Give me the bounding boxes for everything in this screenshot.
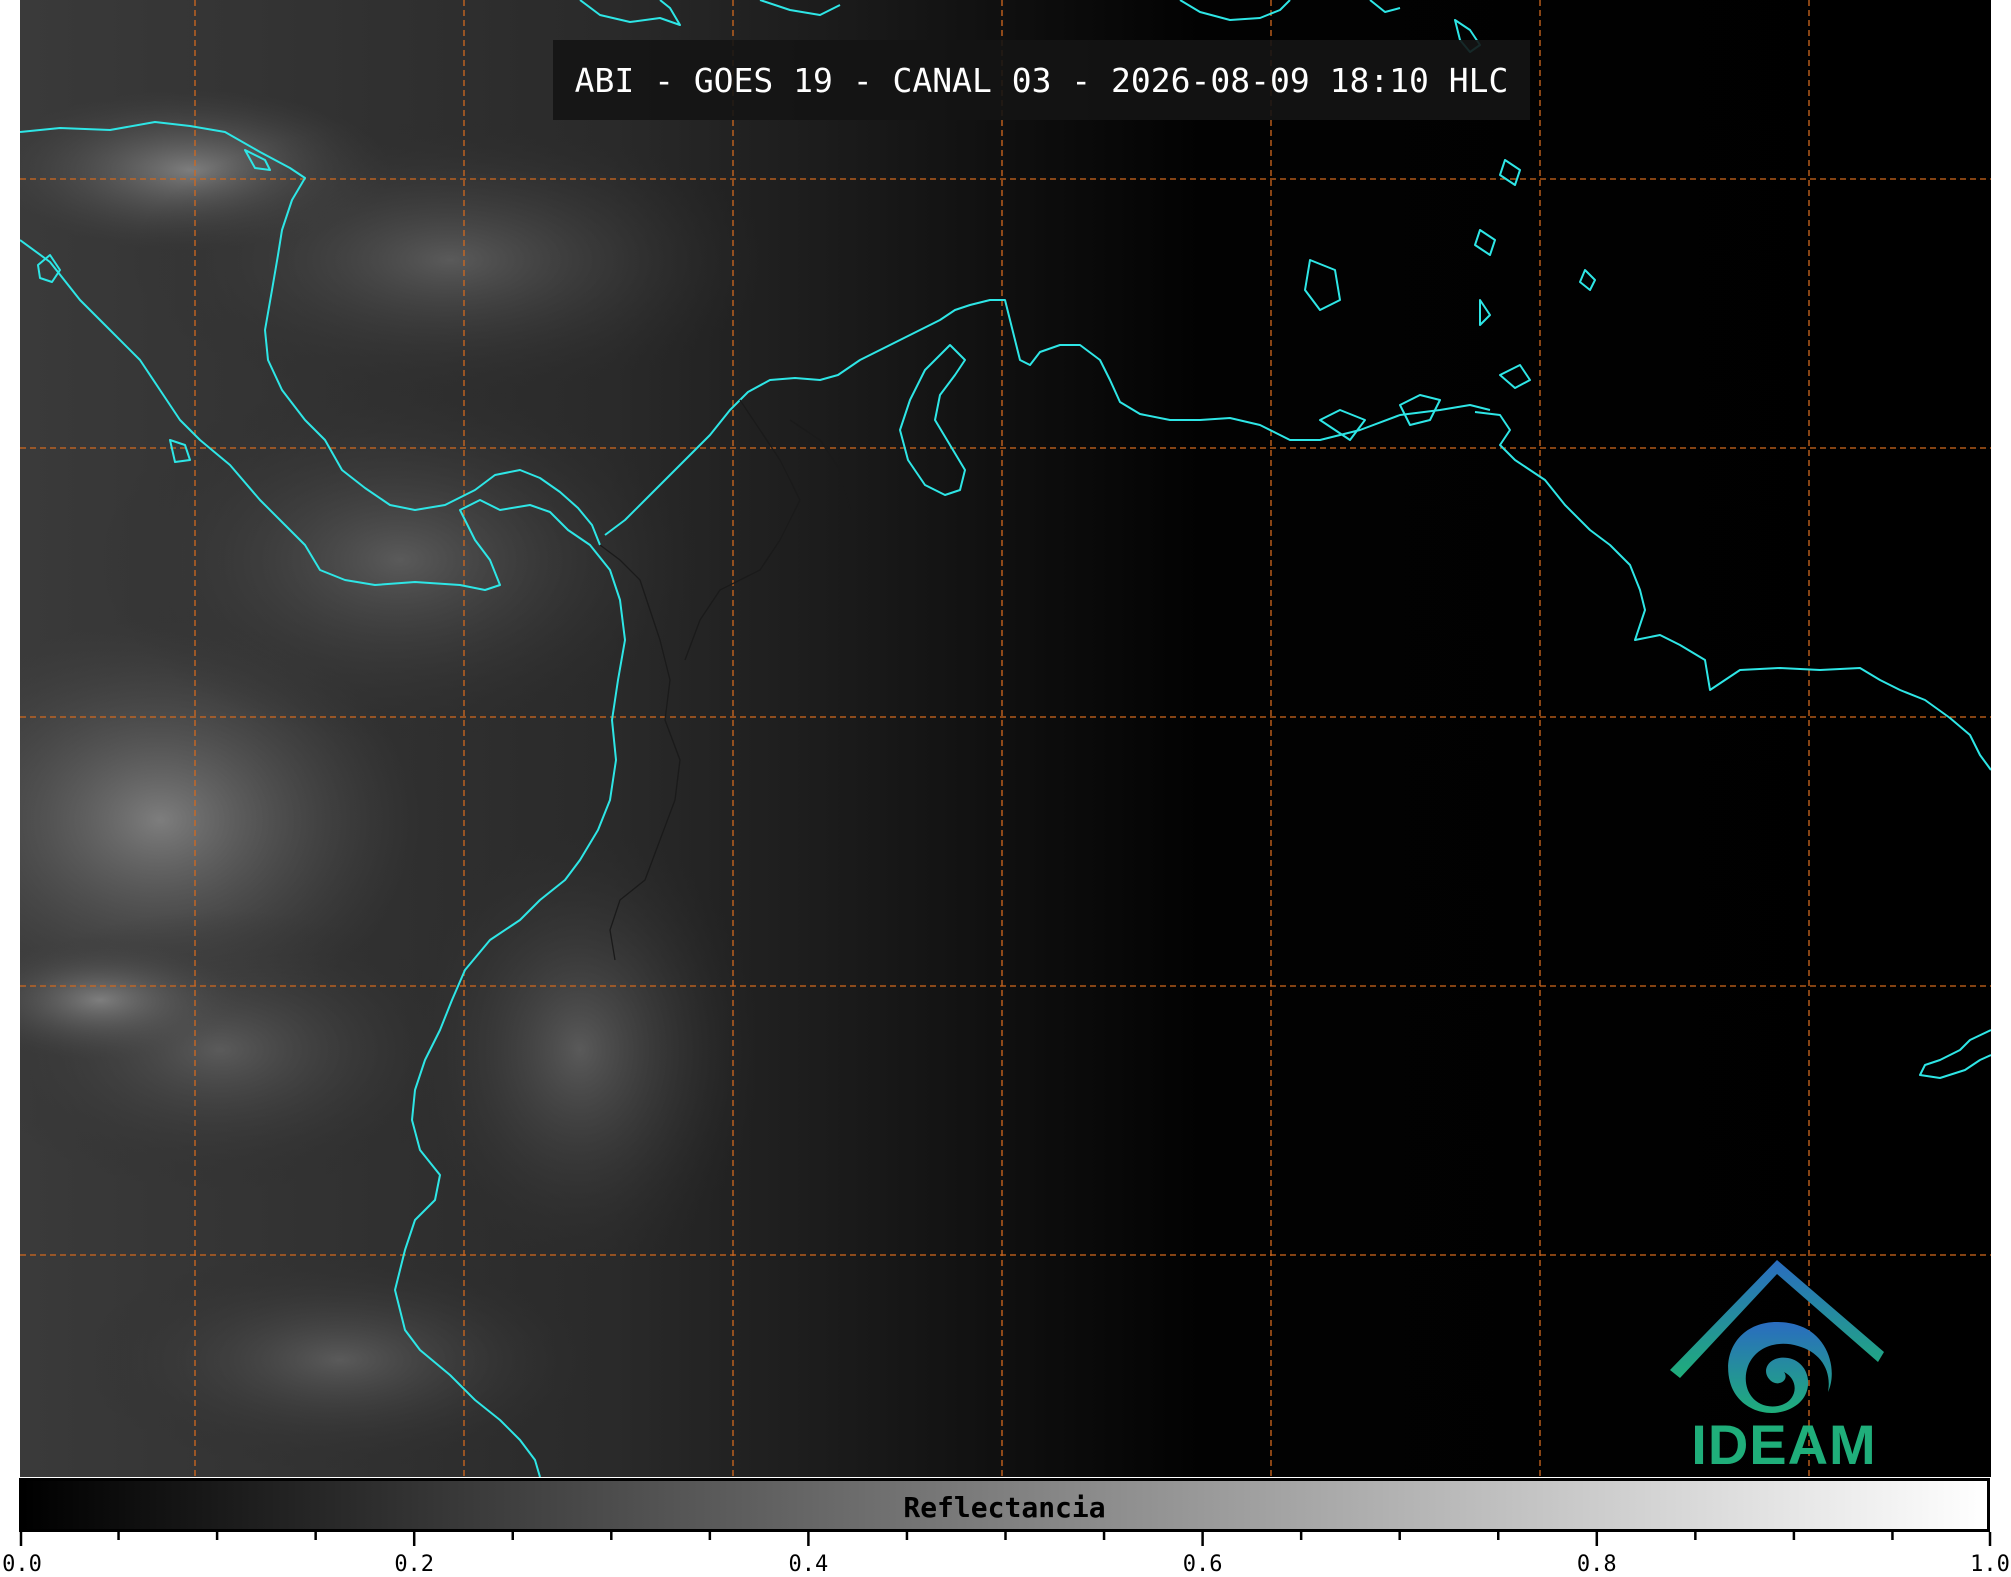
cloud-mass xyxy=(400,820,760,1280)
logo-text: IDEAM xyxy=(1691,1413,1877,1476)
title-box: ABI - GOES 19 - CANAL 03 - 2026-08-09 18… xyxy=(553,40,1530,120)
colorbar-tick-label: 0.8 xyxy=(1576,1552,1617,1577)
map-title: ABI - GOES 19 - CANAL 03 - 2026-08-09 18… xyxy=(574,60,1509,100)
colorbar-tick-label: 0.4 xyxy=(788,1552,829,1577)
cloud-mass xyxy=(80,1250,600,1470)
colorbar-tick-label: 1.0 xyxy=(1970,1552,2010,1577)
cloud-mass xyxy=(100,380,700,740)
colorbar-tick-label: 0.6 xyxy=(1182,1552,1223,1577)
colorbar-tick-label: 0.0 xyxy=(2,1552,42,1577)
colorbar-tick-label: 0.2 xyxy=(394,1552,435,1577)
colorbar-label: Reflectancia xyxy=(903,1491,1106,1524)
cloud-mass xyxy=(130,120,770,400)
colorbar: Reflectancia xyxy=(19,1478,1990,1532)
colorbar-ticks xyxy=(19,1532,1992,1546)
